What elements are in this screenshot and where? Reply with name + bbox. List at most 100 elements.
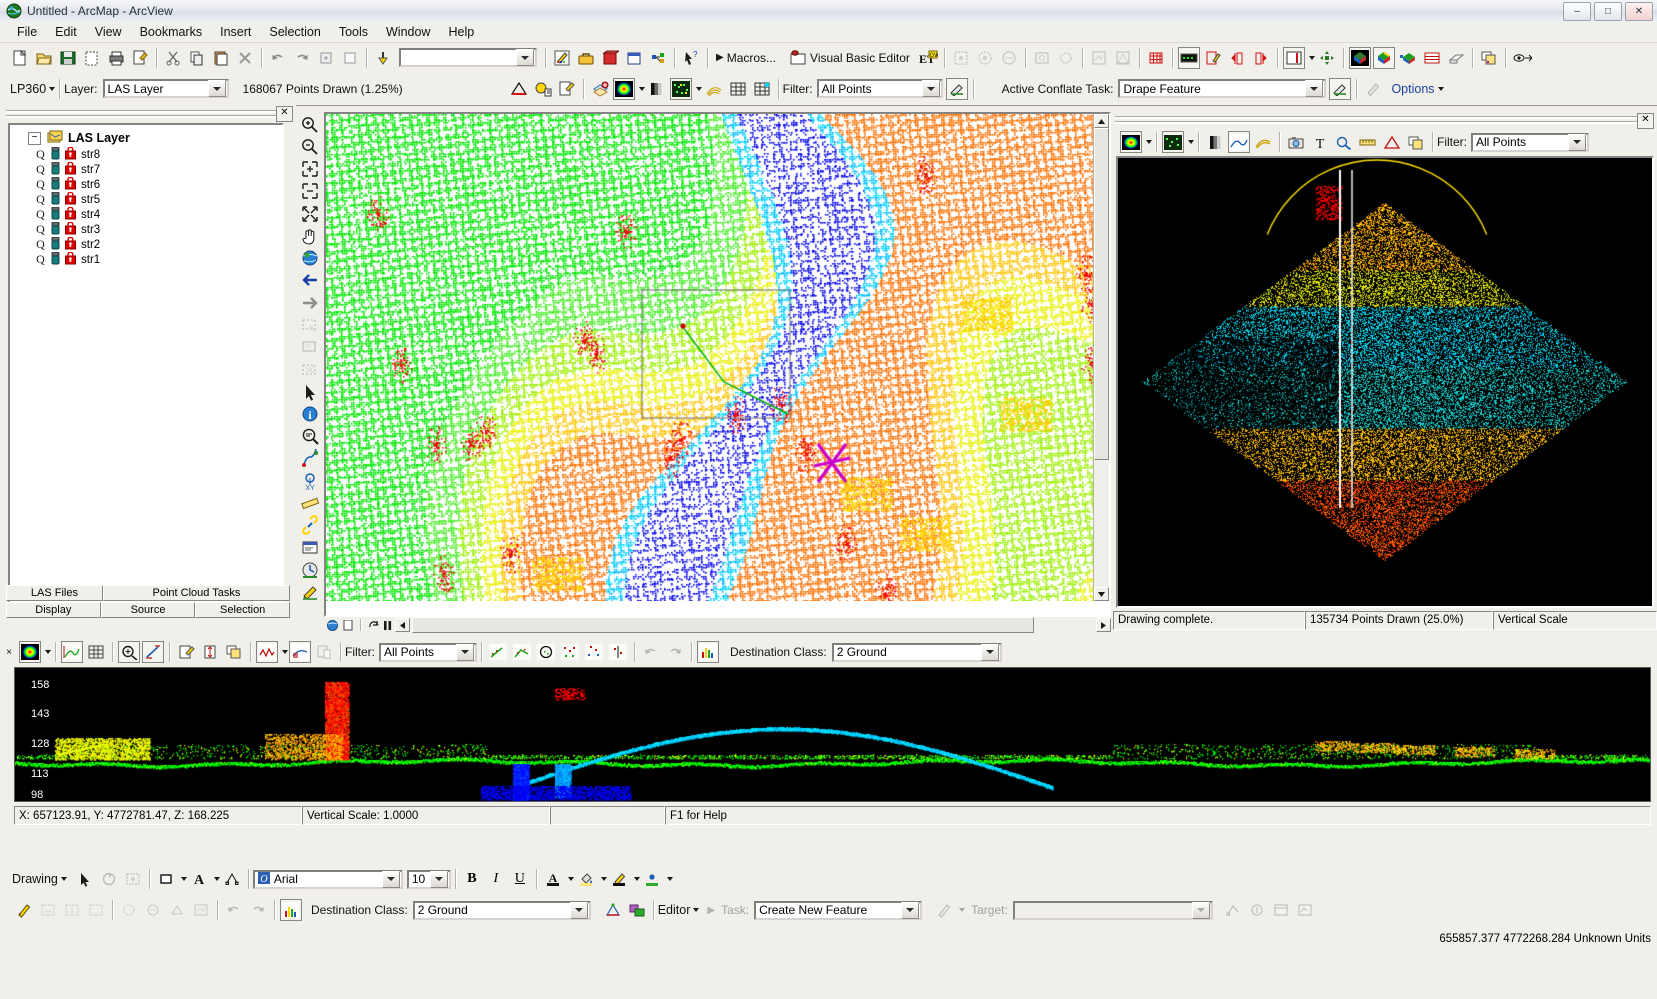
warning-triangle-icon[interactable] <box>1381 131 1403 153</box>
menu-file[interactable]: File <box>8 23 46 41</box>
chevron-down-icon[interactable] <box>600 877 607 881</box>
status-icon[interactable] <box>51 191 60 208</box>
histogram-icon[interactable] <box>280 899 302 921</box>
zoom-out-icon[interactable] <box>298 136 322 157</box>
forward-extent-icon[interactable] <box>298 292 322 313</box>
clear-selection-icon[interactable] <box>298 359 322 380</box>
options-menu[interactable]: Options <box>1391 82 1434 96</box>
profile-settings-icon[interactable] <box>61 641 83 663</box>
lp360-menu[interactable]: LP360 <box>10 82 46 96</box>
chevron-down-icon[interactable] <box>45 650 51 654</box>
html-popup-icon[interactable] <box>298 537 322 558</box>
chevron-down-icon[interactable] <box>381 870 400 888</box>
profile-point-cloud-canvas[interactable] <box>15 668 1650 801</box>
hyperlink-icon[interactable] <box>298 515 322 536</box>
chevron-down-icon[interactable] <box>1146 140 1152 144</box>
profile-view-icon[interactable] <box>1228 131 1250 153</box>
bold-button[interactable]: B <box>461 868 483 890</box>
fill-color-icon[interactable] <box>575 868 597 890</box>
map-vertical-scrollbar[interactable] <box>1093 114 1109 601</box>
histogram-icon[interactable] <box>697 641 719 663</box>
tin-edit-icon[interactable] <box>602 899 624 921</box>
query-icon[interactable]: Q <box>35 222 46 237</box>
previous-profile-icon[interactable] <box>1226 47 1248 69</box>
menu-selection[interactable]: Selection <box>260 23 329 41</box>
query-icon[interactable]: Q <box>35 192 46 207</box>
properties-icon[interactable] <box>175 641 197 663</box>
profile-window-icon[interactable] <box>1282 46 1305 69</box>
et-geowizards-icon[interactable]: ET GW <box>917 47 939 69</box>
layer-item-str2[interactable]: Qstr2 <box>10 235 282 253</box>
redo-icon[interactable] <box>291 47 313 69</box>
conflate-icon[interactable] <box>626 899 648 921</box>
lock-icon[interactable] <box>65 250 76 268</box>
macros-menu[interactable]: Macros... <box>727 51 776 65</box>
chevron-down-icon[interactable] <box>633 877 640 881</box>
chevron-down-icon[interactable] <box>693 908 700 912</box>
threed-filter-combo[interactable]: All Points <box>1471 132 1589 152</box>
new-layer-icon[interactable] <box>339 47 361 69</box>
map-view[interactable] <box>324 112 1111 617</box>
class-line-icon[interactable] <box>487 641 509 663</box>
go-to-xy-icon[interactable]: XY <box>298 470 322 491</box>
menu-edit[interactable]: Edit <box>46 23 86 41</box>
query-icon[interactable]: Q <box>35 237 46 252</box>
reclass-icon[interactable] <box>289 641 311 663</box>
add-data-icon[interactable] <box>315 47 337 69</box>
threed-close-icon[interactable]: ✕ <box>1637 113 1654 129</box>
drawing-menu[interactable]: Drawing <box>12 872 58 886</box>
rgb-cube-2-icon[interactable] <box>1372 46 1395 69</box>
new-document-icon[interactable] <box>9 47 31 69</box>
conflate-edit-icon[interactable] <box>1329 77 1352 100</box>
grayscale-ramp-icon[interactable] <box>646 78 668 100</box>
chevron-down-icon[interactable] <box>666 877 673 881</box>
chevron-down-icon[interactable] <box>921 80 940 97</box>
class-circle-icon[interactable] <box>535 641 557 663</box>
rgb-cube-3-icon[interactable] <box>1397 47 1419 69</box>
chevron-down-icon[interactable] <box>180 877 187 881</box>
chevron-down-icon[interactable] <box>980 643 999 661</box>
chevron-down-icon[interactable] <box>456 643 474 661</box>
contour-icon[interactable] <box>703 78 725 100</box>
copy-layers-icon[interactable] <box>1478 47 1500 69</box>
delete-icon[interactable] <box>234 47 256 69</box>
vba-editor-icon[interactable] <box>787 47 809 69</box>
camera-icon[interactable] <box>1285 131 1307 153</box>
back-extent-icon[interactable] <box>298 270 322 291</box>
point-info-icon[interactable] <box>532 78 554 100</box>
page-setup-icon[interactable] <box>129 47 151 69</box>
query-icon[interactable]: Q <box>35 207 46 222</box>
map-globe-icon[interactable] <box>325 618 339 632</box>
profile-canvas[interactable]: 158 143 128 113 98 <box>14 667 1651 802</box>
threed-point-cloud-canvas[interactable] <box>1118 158 1652 606</box>
lock-icon[interactable] <box>65 235 76 253</box>
visual-basic-editor-button[interactable]: Visual Basic Editor <box>810 51 910 65</box>
profile-destination-combo[interactable]: 2 Ground <box>831 642 1002 662</box>
layer-tree[interactable]: − LAS Layer Qstr8 Qstr7 Qstr6 Qstr5 Qstr4 Qst… <box>8 123 284 603</box>
paste-icon[interactable] <box>210 47 232 69</box>
collapse-icon[interactable]: − <box>28 131 41 145</box>
threed-view-canvas[interactable] <box>1116 156 1654 608</box>
font-family-combo[interactable]: O Arial <box>252 869 403 889</box>
menu-window[interactable]: Window <box>377 23 439 41</box>
query-icon[interactable]: Q <box>35 252 46 267</box>
whats-this-icon[interactable]: ? <box>680 47 702 69</box>
status-icon[interactable] <box>51 206 60 223</box>
pan-hand-icon[interactable] <box>298 225 322 246</box>
grid-icon[interactable] <box>727 78 749 100</box>
chevron-down-icon[interactable] <box>1191 901 1210 919</box>
font-size-combo[interactable]: 10 <box>406 869 451 889</box>
lock-icon[interactable] <box>65 160 76 178</box>
status-icon[interactable] <box>51 236 60 253</box>
measure-icon[interactable] <box>142 641 164 663</box>
layer-item-str5[interactable]: Qstr5 <box>10 190 282 208</box>
menu-tools[interactable]: Tools <box>330 23 377 41</box>
print-preview-icon[interactable] <box>81 47 103 69</box>
chevron-down-icon[interactable] <box>695 86 702 91</box>
globe-extent-icon[interactable] <box>298 248 322 269</box>
layer-item-str6[interactable]: Qstr6 <box>10 175 282 192</box>
close-button[interactable]: ✕ <box>1625 2 1653 21</box>
target-combo[interactable] <box>1012 900 1213 920</box>
chevron-down-icon[interactable] <box>207 80 226 97</box>
lock-icon[interactable] <box>65 145 76 163</box>
